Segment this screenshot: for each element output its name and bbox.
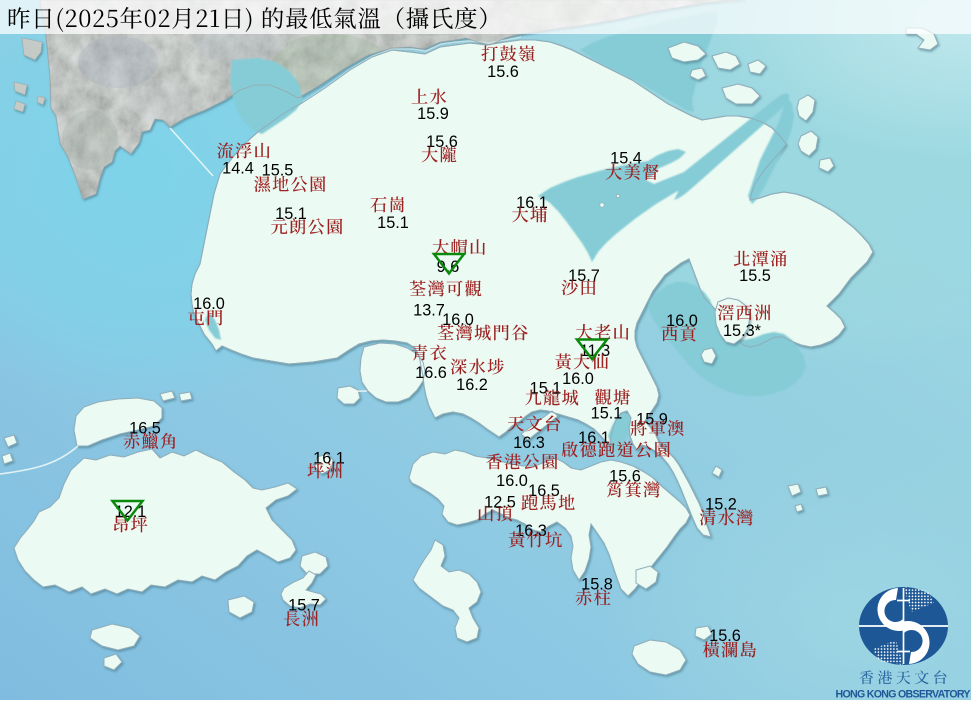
svg-text:16.0: 16.0	[562, 370, 594, 388]
svg-text:15.9: 15.9	[417, 105, 449, 123]
svg-text:15.7: 15.7	[568, 267, 600, 285]
svg-text:15.1: 15.1	[591, 405, 623, 423]
svg-text:15.5: 15.5	[262, 162, 294, 180]
svg-text:15.1: 15.1	[377, 214, 409, 232]
svg-text:15.3*: 15.3*	[723, 322, 762, 340]
svg-text:15.1: 15.1	[530, 380, 562, 398]
svg-text:16.0: 16.0	[496, 472, 528, 490]
svg-text:16.3: 16.3	[513, 434, 545, 452]
svg-text:HONG KONG OBSERVATORY: HONG KONG OBSERVATORY	[836, 689, 971, 701]
svg-text:16.0: 16.0	[193, 295, 225, 313]
svg-text:13.7: 13.7	[413, 302, 445, 320]
svg-text:14.4: 14.4	[222, 160, 254, 178]
svg-text:16.2: 16.2	[456, 376, 488, 394]
svg-text:15.6: 15.6	[487, 63, 519, 81]
svg-text:16.6: 16.6	[415, 364, 447, 382]
svg-text:15.4: 15.4	[610, 150, 642, 168]
svg-text:15.5: 15.5	[739, 267, 771, 285]
